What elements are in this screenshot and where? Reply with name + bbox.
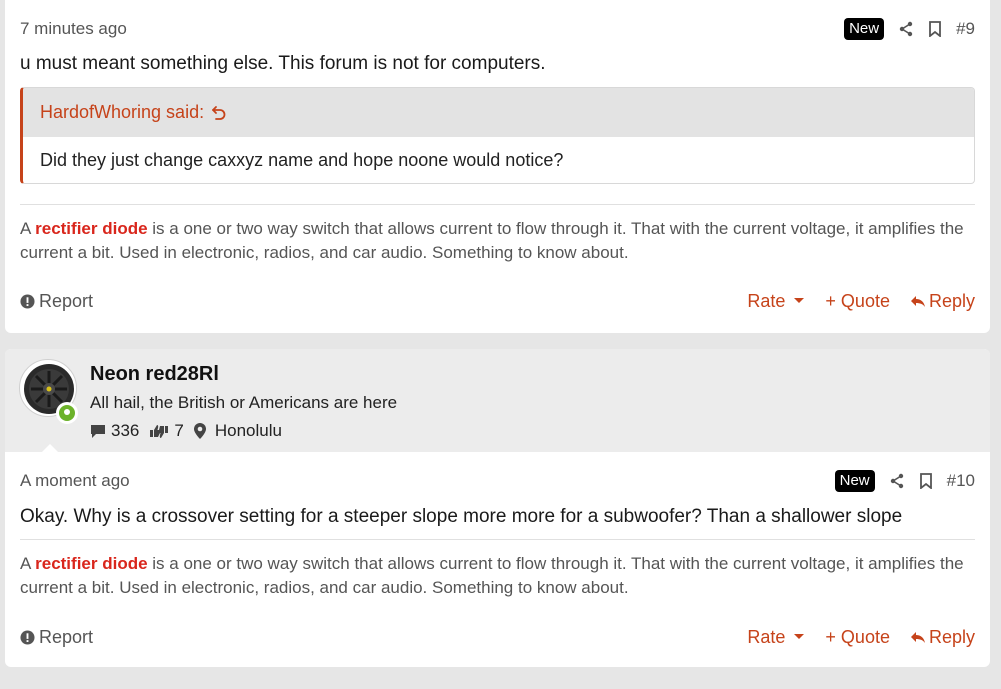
- user-header: Neon red28Rl All hail, the British or Am…: [5, 349, 990, 452]
- quote-button[interactable]: + Quote: [825, 291, 890, 312]
- reactions-count: 7: [174, 421, 184, 440]
- avatar[interactable]: [19, 359, 78, 424]
- post-meta: 7 minutes ago New #9: [20, 18, 975, 40]
- new-badge: New: [844, 18, 885, 40]
- quote-button[interactable]: + Quote: [825, 627, 890, 648]
- report-icon: [20, 293, 35, 309]
- post-actions: Report Rate + Quote Reply: [20, 289, 975, 313]
- blockquote: HardofWhoring said: Did they just change…: [20, 87, 975, 184]
- report-button[interactable]: Report: [20, 291, 93, 312]
- user-title: All hail, the British or Americans are h…: [90, 393, 398, 412]
- rate-label: Rate: [747, 290, 786, 311]
- post-actions-right: Rate + Quote Reply: [727, 627, 975, 648]
- rate-button[interactable]: Rate: [747, 291, 805, 312]
- quote-header[interactable]: HardofWhoring said:: [23, 88, 974, 137]
- report-button[interactable]: Report: [20, 627, 93, 648]
- post-timestamp[interactable]: 7 minutes ago: [20, 19, 127, 39]
- rate-button[interactable]: Rate: [747, 627, 805, 648]
- messages-stat: 336: [90, 421, 139, 441]
- reply-button[interactable]: Reply: [910, 627, 975, 648]
- jump-to-quote-icon[interactable]: [211, 105, 227, 121]
- report-icon: [20, 629, 35, 645]
- post-9: 7 minutes ago New #9 u must meant someth…: [5, 0, 990, 333]
- messages-icon: [91, 424, 105, 438]
- messages-count: 336: [111, 421, 140, 440]
- post-actions: Report Rate + Quote Reply: [20, 625, 975, 649]
- signature-text: is a one or two way switch that allows c…: [20, 554, 964, 597]
- location-pin-icon: [193, 423, 206, 439]
- reply-label: Reply: [928, 626, 975, 647]
- signature-prefix: A: [20, 554, 36, 573]
- reply-label: Reply: [928, 290, 975, 311]
- post-actions-right: Rate + Quote Reply: [727, 291, 975, 312]
- post-timestamp[interactable]: A moment ago: [20, 471, 130, 491]
- online-status-icon: [56, 402, 78, 424]
- location-stat: Honolulu: [193, 421, 282, 441]
- new-badge: New: [834, 470, 875, 492]
- report-label: Report: [39, 626, 94, 647]
- rate-label: Rate: [747, 626, 786, 647]
- user-stats: 336 7 Honolulu: [90, 421, 292, 441]
- report-label: Report: [39, 290, 94, 311]
- bookmark-icon[interactable]: [928, 21, 942, 37]
- signature-term: rectifier diode: [35, 219, 148, 238]
- post-meta-actions: New #10: [834, 470, 975, 492]
- share-icon[interactable]: [889, 473, 905, 489]
- post-10: Neon red28Rl All hail, the British or Am…: [5, 349, 990, 667]
- signature-prefix: A: [20, 219, 36, 238]
- share-icon[interactable]: [898, 21, 914, 37]
- reply-icon: [910, 296, 925, 307]
- post-body: Okay. Why is a crossover setting for a s…: [20, 506, 903, 527]
- quote-text: Did they just change caxxyz name and hop…: [40, 150, 564, 170]
- post-body: u must meant something else. This forum …: [20, 53, 546, 74]
- reply-icon: [910, 632, 925, 643]
- post-meta: A moment ago New #10: [20, 470, 975, 492]
- reaction-score-icon: [150, 424, 169, 438]
- reactions-stat: 7: [149, 421, 184, 441]
- signature-term: rectifier diode: [35, 554, 148, 573]
- signature-text: is a one or two way switch that allows c…: [20, 219, 964, 262]
- caret-down-icon: [794, 298, 805, 303]
- quote-author[interactable]: HardofWhoring said:: [40, 102, 204, 123]
- caret-down-icon: [794, 634, 805, 639]
- reply-button[interactable]: Reply: [910, 291, 975, 312]
- location-link[interactable]: Honolulu: [215, 421, 282, 441]
- signature: A rectifier diode is a one or two way sw…: [20, 204, 975, 265]
- header-caret: [42, 444, 58, 452]
- username[interactable]: Neon red28Rl: [90, 363, 219, 386]
- post-number-link[interactable]: #10: [947, 471, 975, 491]
- signature: A rectifier diode is a one or two way sw…: [20, 539, 975, 600]
- bookmark-icon[interactable]: [919, 473, 933, 489]
- post-meta-actions: New #9: [844, 18, 975, 40]
- post-number-link[interactable]: #9: [956, 19, 975, 39]
